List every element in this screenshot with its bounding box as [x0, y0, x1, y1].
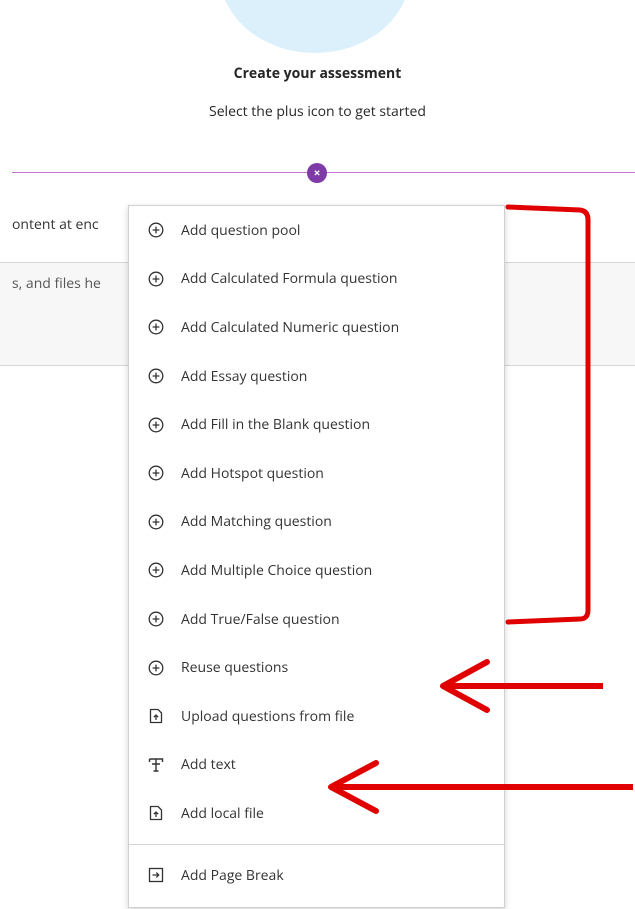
menu-item-label: Reuse questions [181, 658, 289, 678]
menu-item-label: Add Calculated Formula question [181, 269, 398, 289]
menu-item-label: Add Calculated Numeric question [181, 317, 400, 337]
menu-item-reuse-questions[interactable]: Reuse questions [129, 643, 504, 692]
menu-item-fill-in-the-blank[interactable]: Add Fill in the Blank question [129, 400, 504, 449]
plus-circle-icon [147, 367, 165, 385]
menu-item-multiple-choice[interactable]: Add Multiple Choice question [129, 546, 504, 595]
plus-circle-icon [147, 318, 165, 336]
menu-item-label: Add Matching question [181, 512, 332, 532]
menu-item-hotspot[interactable]: Add Hotspot question [129, 449, 504, 498]
menu-item-label: Add question pool [181, 220, 301, 240]
close-menu-button[interactable]: × [307, 163, 327, 183]
plus-circle-icon [147, 464, 165, 482]
menu-item-matching[interactable]: Add Matching question [129, 498, 504, 547]
menu-item-essay[interactable]: Add Essay question [129, 352, 504, 401]
page-break-icon [147, 866, 165, 884]
plus-circle-icon [147, 416, 165, 434]
menu-item-add-text[interactable]: Add text [129, 741, 504, 790]
file-upload-icon [147, 707, 165, 725]
background-content-hint: s, and files he [12, 274, 101, 293]
plus-circle-icon [147, 659, 165, 677]
menu-item-label: Add local file [181, 803, 264, 823]
menu-item-label: Add text [181, 755, 236, 775]
text-icon [147, 756, 165, 774]
plus-circle-icon [147, 513, 165, 531]
page-subtitle: Select the plus icon to get started [209, 102, 426, 121]
menu-item-add-local-file[interactable]: Add local file [129, 789, 504, 838]
menu-divider [129, 843, 504, 845]
file-upload-icon [147, 804, 165, 822]
menu-item-add-page-break[interactable]: Add Page Break [129, 851, 504, 900]
menu-item-label: Upload questions from file [181, 706, 355, 726]
menu-item-calculated-formula[interactable]: Add Calculated Formula question [129, 255, 504, 304]
menu-item-label: Add Multiple Choice question [181, 560, 373, 580]
menu-item-true-false[interactable]: Add True/False question [129, 595, 504, 644]
plus-circle-icon [147, 610, 165, 628]
menu-item-label: Add Fill in the Blank question [181, 415, 371, 435]
menu-item-label: Add True/False question [181, 609, 340, 629]
menu-item-calculated-numeric[interactable]: Add Calculated Numeric question [129, 303, 504, 352]
add-content-menu: Add question pool Add Calculated Formula… [128, 205, 505, 908]
plus-circle-icon [147, 561, 165, 579]
menu-item-add-question-pool[interactable]: Add question pool [129, 206, 504, 255]
plus-circle-icon [147, 221, 165, 239]
page-title: Create your assessment [233, 64, 402, 83]
menu-item-upload-questions[interactable]: Upload questions from file [129, 692, 504, 741]
menu-item-label: Add Hotspot question [181, 463, 324, 483]
menu-item-label: Add Essay question [181, 366, 308, 386]
plus-circle-icon [147, 270, 165, 288]
menu-item-label: Add Page Break [181, 865, 284, 885]
header-illustration [220, 0, 410, 53]
background-content-text: ontent at enc [12, 215, 99, 234]
